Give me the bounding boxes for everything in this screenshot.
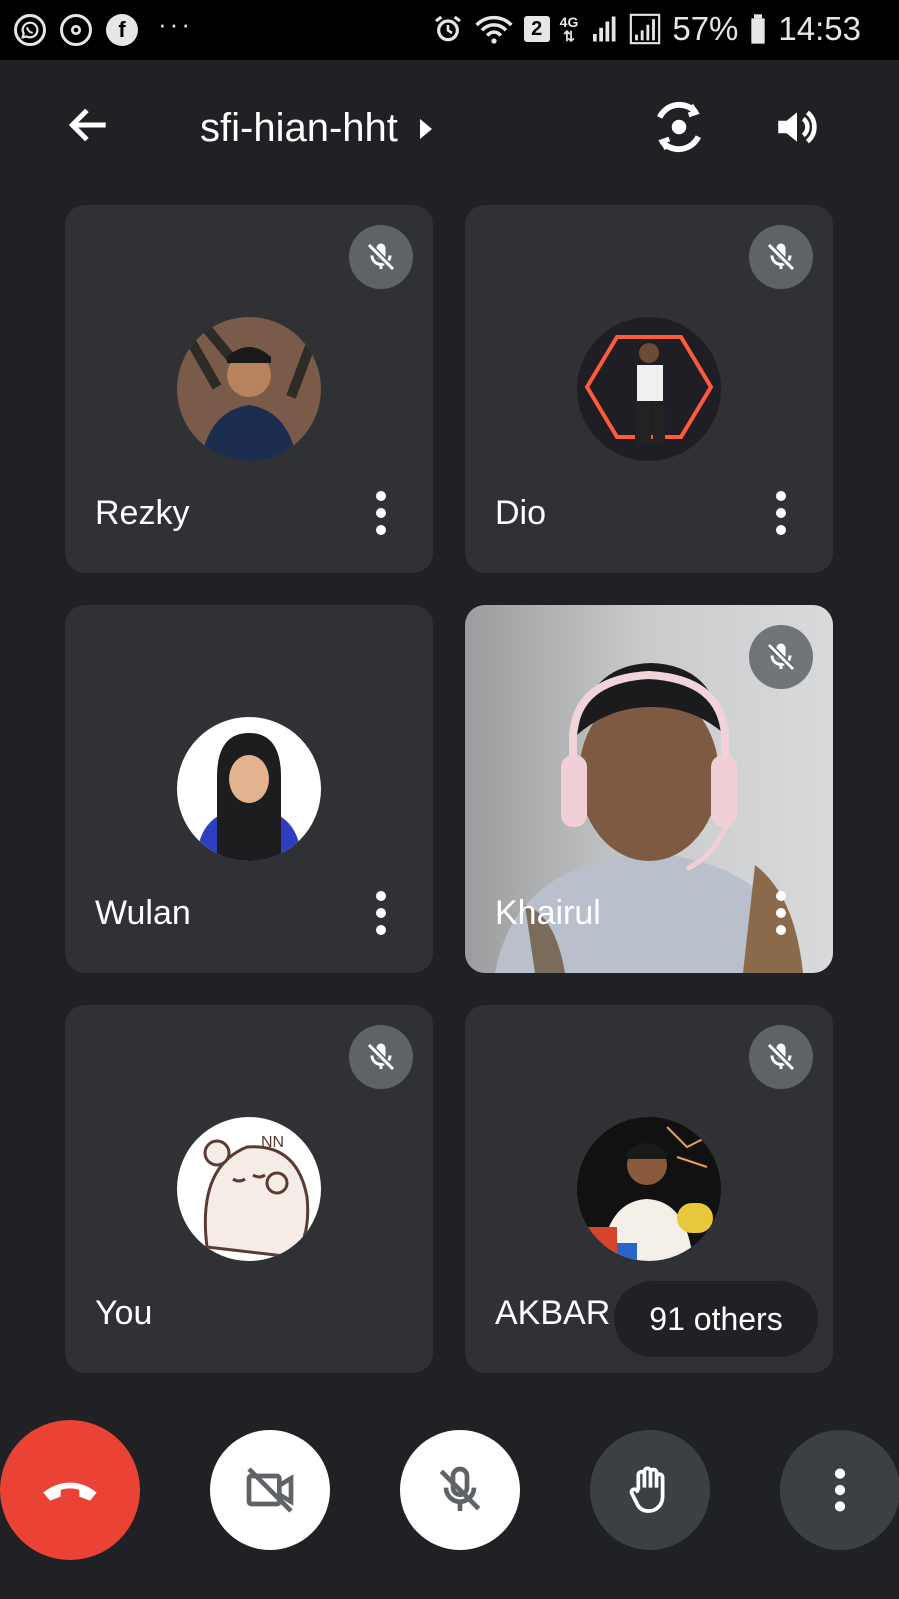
more-options-icon[interactable] — [775, 891, 787, 935]
mic-off-icon — [749, 625, 813, 689]
participant-name: Rezky — [95, 494, 190, 532]
whatsapp-icon — [14, 14, 46, 46]
meeting-title-button[interactable]: sfi-hian-hht — [200, 106, 432, 151]
mic-off-icon — [439, 1466, 481, 1511]
participant-name: You — [95, 1294, 153, 1332]
more-options-button[interactable] — [780, 1430, 899, 1550]
avatar: NN — [177, 1117, 321, 1261]
end-call-button[interactable] — [0, 1420, 140, 1560]
participant-name: Wulan — [95, 894, 191, 932]
participant-tile[interactable]: Wulan — [65, 605, 433, 973]
more-options-icon[interactable] — [375, 891, 387, 935]
status-bar: f ··· 2 4G ⇅ 57% 14:53 — [0, 0, 899, 60]
speaker-icon[interactable] — [772, 102, 822, 152]
signal-icon — [593, 16, 616, 42]
signal-icon-2 — [630, 13, 661, 45]
avatar — [177, 317, 321, 461]
facebook-icon: f — [106, 14, 138, 46]
svg-text:NN: NN — [261, 1134, 284, 1151]
more-notifications-icon: ··· — [158, 8, 193, 39]
wifi-icon — [475, 15, 513, 44]
others-count-pill[interactable]: 91 others — [614, 1281, 818, 1357]
participant-tile[interactable]: NN You — [65, 1005, 433, 1373]
avatar — [177, 717, 321, 861]
participant-name: Dio — [495, 494, 547, 532]
caret-right-icon — [419, 118, 432, 139]
mic-off-icon — [349, 225, 413, 289]
participant-tile[interactable]: Dio — [465, 205, 833, 573]
battery-icon — [751, 14, 766, 44]
mic-off-icon — [749, 225, 813, 289]
clock: 14:53 — [778, 10, 861, 47]
camera-off-icon — [246, 1467, 294, 1513]
alarm-icon — [434, 15, 461, 42]
system-icons: 2 4G ⇅ 57% 14:53 — [432, 10, 861, 48]
chrome-icon — [60, 14, 92, 46]
mic-toggle-button[interactable] — [400, 1430, 520, 1550]
sim-badge: 2 — [523, 16, 550, 42]
raise-hand-button[interactable] — [590, 1430, 710, 1550]
back-arrow-icon[interactable] — [64, 100, 114, 150]
end-call-icon — [43, 1482, 97, 1501]
avatar — [577, 1117, 721, 1261]
mic-off-icon — [749, 1025, 813, 1089]
more-vert-icon — [834, 1468, 846, 1512]
meeting-header: sfi-hian-hht — [0, 78, 899, 182]
network-type: 4G ⇅ — [559, 14, 579, 44]
avatar — [577, 317, 721, 461]
notification-icons: f ··· — [14, 9, 193, 46]
switch-camera-icon[interactable] — [650, 98, 708, 156]
participant-name: AKBAR — [495, 1294, 611, 1332]
more-options-icon[interactable] — [375, 491, 387, 535]
battery-percent: 57% — [672, 10, 739, 47]
raise-hand-icon — [629, 1466, 665, 1513]
participant-tile[interactable]: Rezky — [65, 205, 433, 573]
more-options-icon[interactable] — [775, 491, 787, 535]
meeting-code: sfi-hian-hht — [200, 106, 398, 150]
camera-toggle-button[interactable] — [210, 1430, 330, 1550]
call-controls — [0, 1420, 899, 1560]
participant-video-tile[interactable]: Khairul — [465, 605, 833, 973]
mic-off-icon — [349, 1025, 413, 1089]
participant-name: Khairul — [495, 894, 601, 932]
